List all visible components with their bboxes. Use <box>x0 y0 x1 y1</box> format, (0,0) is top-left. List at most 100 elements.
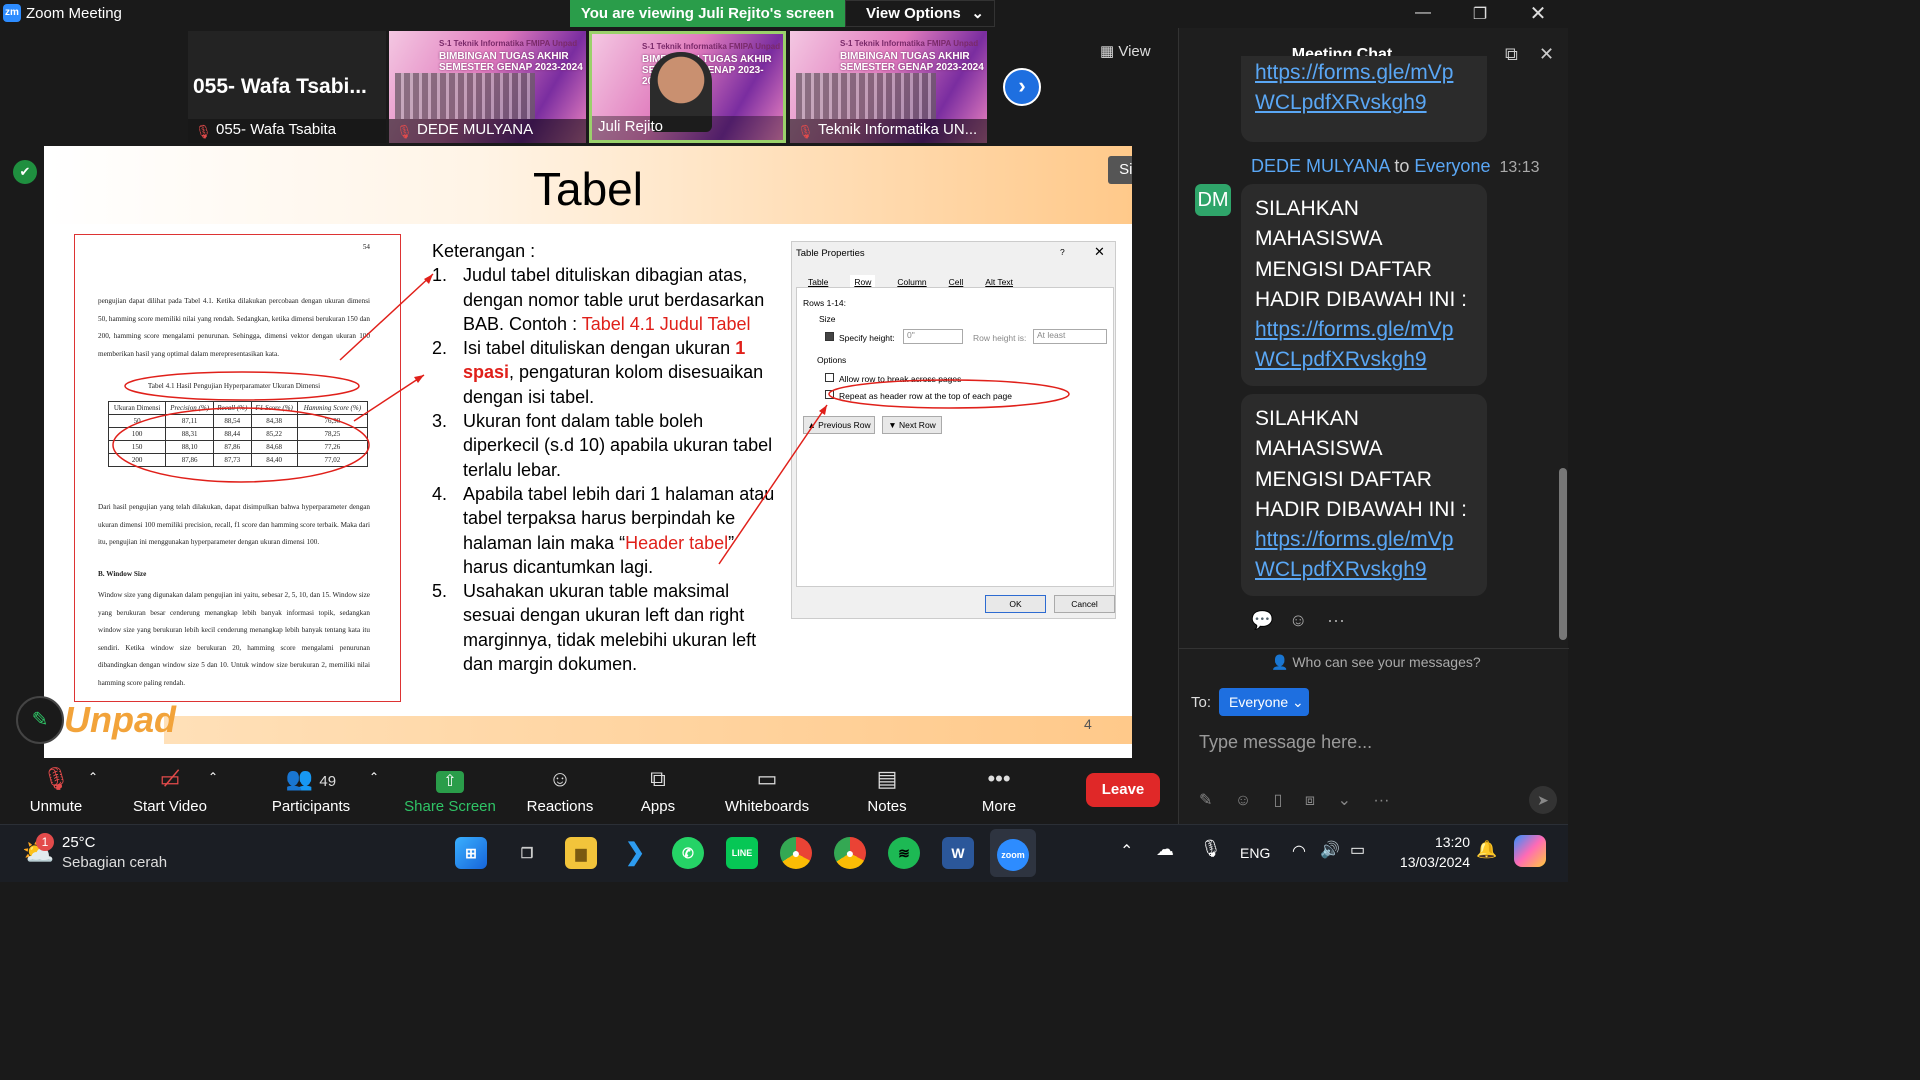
next-page-arrow-icon[interactable]: › <box>1003 68 1041 106</box>
whiteboards-button[interactable]: ▭ Whiteboards <box>718 766 816 815</box>
chrome-icon[interactable]: ● <box>780 837 812 869</box>
person-icon: 👤 <box>1271 654 1289 670</box>
file-icon[interactable]: ▯ <box>1274 792 1283 809</box>
notification-bell-icon[interactable]: 🔔 <box>1476 840 1497 860</box>
shared-screen: Tabel 54 pengujian dapat dilihat pada Ta… <box>44 146 1132 758</box>
language-indicator[interactable]: ENG <box>1240 845 1270 861</box>
unmute-button[interactable]: 🎙 Unmute <box>20 766 92 815</box>
header-option-ellipse <box>828 379 1070 409</box>
message-time: 13:13 <box>1499 159 1540 176</box>
chat-message-input[interactable]: Type message here... <box>1199 732 1539 758</box>
close-chat-icon[interactable]: ✕ <box>1539 44 1554 65</box>
reactions-label: Reactions <box>526 798 594 815</box>
show-hidden-icons-chevron-icon[interactable]: ⌃ <box>1120 841 1133 861</box>
zoom-taskbar-app[interactable]: zoom <box>990 829 1036 877</box>
apps-label: Apps <box>640 798 676 815</box>
tile-label: 🎙 Teknik Informatika UN... <box>790 119 987 143</box>
reactions-button[interactable]: ☺ Reactions <box>524 766 596 815</box>
more-icon[interactable]: ··· <box>1373 792 1389 809</box>
onedrive-cloud-icon[interactable]: ☁ <box>1156 839 1174 860</box>
participants-button[interactable]: 👥 49 Participants <box>266 766 356 815</box>
clock-date[interactable]: 13/03/2024 <box>1386 854 1470 870</box>
vscode-icon[interactable]: ❯ <box>619 837 651 869</box>
battery-icon[interactable]: ▭ <box>1350 840 1365 860</box>
chevron-down-icon[interactable]: ⌄ <box>1338 792 1351 809</box>
spotify-icon[interactable]: ≋ <box>888 837 920 869</box>
share-screen-button[interactable]: ⇧ Share Screen <box>404 766 496 815</box>
video-options-chevron-icon[interactable]: ⌃ <box>208 770 218 784</box>
pop-out-icon[interactable]: ⧉ <box>1505 44 1518 65</box>
emoji-icon[interactable]: ☺ <box>1235 792 1251 809</box>
recipient-select-value: Everyone <box>1229 694 1289 710</box>
tile-label: Juli Rejito <box>592 116 783 140</box>
participants-options-chevron-icon[interactable]: ⌃ <box>369 770 379 784</box>
chat-link[interactable]: WCLpdfXRvskgh9 <box>1255 555 1473 585</box>
recipient-select[interactable]: Everyone ⌄ <box>1219 688 1309 716</box>
chat-link[interactable]: https://forms.gle/mVp <box>1255 315 1473 345</box>
whiteboards-label: Whiteboards <box>724 798 810 815</box>
word-icon[interactable]: W <box>942 837 974 869</box>
more-label: More <box>981 798 1017 815</box>
muted-mic-icon: 🎙 <box>396 124 413 139</box>
chat-link[interactable]: WCLpdfXRvskgh9 <box>1255 88 1473 118</box>
start-windows-icon[interactable]: ⊞ <box>455 837 487 869</box>
video-tile-active-speaker[interactable]: S-1 Teknik Informatika FMIPA Unpad BIMBI… <box>589 31 786 143</box>
weather-temp: 25°C <box>62 834 96 851</box>
slide-footer-band <box>164 716 1132 744</box>
participants-count: 49 <box>319 773 337 790</box>
annotate-pencil-icon[interactable]: ✎ <box>16 696 64 744</box>
chat-scrollbar[interactable] <box>1559 468 1567 640</box>
line-icon[interactable]: LINE <box>726 837 758 869</box>
view-options-button[interactable]: View Options ⌄ <box>845 0 995 27</box>
participant-label: 🎙 055- Wafa Tsabita <box>188 119 386 143</box>
microphone-icon[interactable]: 🎙 <box>1200 839 1222 859</box>
chat-link[interactable]: WCLpdfXRvskgh9 <box>1255 345 1473 375</box>
chat-link[interactable]: https://forms.gle/mVp <box>1255 525 1473 555</box>
tile-name: Juli Rejito <box>598 118 664 135</box>
sender-name[interactable]: DEDE MULYANA <box>1251 156 1389 176</box>
volume-icon[interactable]: 🔊 <box>1320 840 1340 860</box>
participant-namecard[interactable]: 055- Wafa Tsabi... 🎙 055- Wafa Tsabita <box>188 31 386 143</box>
tile-header-text: S-1 Teknik Informatika FMIPA Unpad <box>840 39 979 48</box>
restore-icon[interactable]: ❐ <box>1465 4 1495 24</box>
chat-message: SILAHKAN MAHASISWA MENGISI DAFTAR HADIR … <box>1241 394 1487 596</box>
leave-button[interactable]: Leave <box>1086 773 1160 807</box>
screenshot-icon[interactable]: ⧈ <box>1305 792 1315 809</box>
whatsapp-icon[interactable]: ✆ <box>672 837 704 869</box>
notes-button[interactable]: ▤ Notes <box>858 766 916 815</box>
chrome-profile-icon[interactable]: ● <box>834 837 866 869</box>
copilot-icon[interactable] <box>1514 835 1546 867</box>
video-tile[interactable]: S-1 Teknik Informatika FMIPA Unpad BIMBI… <box>790 31 987 143</box>
task-view-icon[interactable]: ❐ <box>511 837 543 869</box>
apps-button[interactable]: ⧉ Apps <box>630 766 686 815</box>
avatar: DM <box>1195 184 1231 216</box>
video-tile[interactable]: S-1 Teknik Informatika FMIPA Unpad BIMBI… <box>389 31 586 143</box>
more-button[interactable]: ••• More <box>972 766 1026 815</box>
who-can-see-link[interactable]: 👤 Who can see your messages? <box>1271 654 1481 671</box>
recipient-name: Everyone <box>1414 156 1491 176</box>
tile-header-text: S-1 Teknik Informatika FMIPA Unpad <box>642 42 781 51</box>
grid-icon: ▦ <box>1100 43 1115 60</box>
chat-link[interactable]: https://forms.gle/mVp <box>1255 58 1473 88</box>
zoom-app-icon: zoom <box>997 839 1029 871</box>
sign-in-button[interactable]: Sign in <box>1108 156 1132 184</box>
tile-title-text: BIMBINGAN TUGAS AKHIRSEMESTER GENAP 2023… <box>840 51 984 73</box>
start-video-button[interactable]: ▭̸ Start Video <box>124 766 216 815</box>
annotation-overlay <box>112 273 1070 565</box>
audio-options-chevron-icon[interactable]: ⌃ <box>88 770 98 784</box>
clock-time[interactable]: 13:20 <box>1386 834 1470 850</box>
message-more-icon[interactable]: ··· <box>1327 610 1345 631</box>
close-icon[interactable]: ✕ <box>1523 1 1553 26</box>
weather-desc: Sebagian cerah <box>62 854 168 871</box>
reply-in-thread-icon[interactable]: 💬 <box>1251 610 1273 631</box>
add-reaction-icon[interactable]: ☺ <box>1289 610 1307 631</box>
wifi-icon[interactable]: ◠ <box>1292 841 1306 861</box>
participant-label-text: 055- Wafa Tsabita <box>216 121 337 138</box>
format-icon[interactable]: ✎ <box>1199 792 1212 809</box>
file-explorer-icon[interactable]: ▆ <box>565 837 597 869</box>
security-shield-icon[interactable]: ✔ <box>13 160 37 184</box>
minimize-icon[interactable]: — <box>1408 4 1438 22</box>
view-button[interactable]: ▦ View <box>1100 42 1151 60</box>
participants-icon: 👥 <box>285 766 314 791</box>
send-icon[interactable]: ➤ <box>1529 786 1557 814</box>
